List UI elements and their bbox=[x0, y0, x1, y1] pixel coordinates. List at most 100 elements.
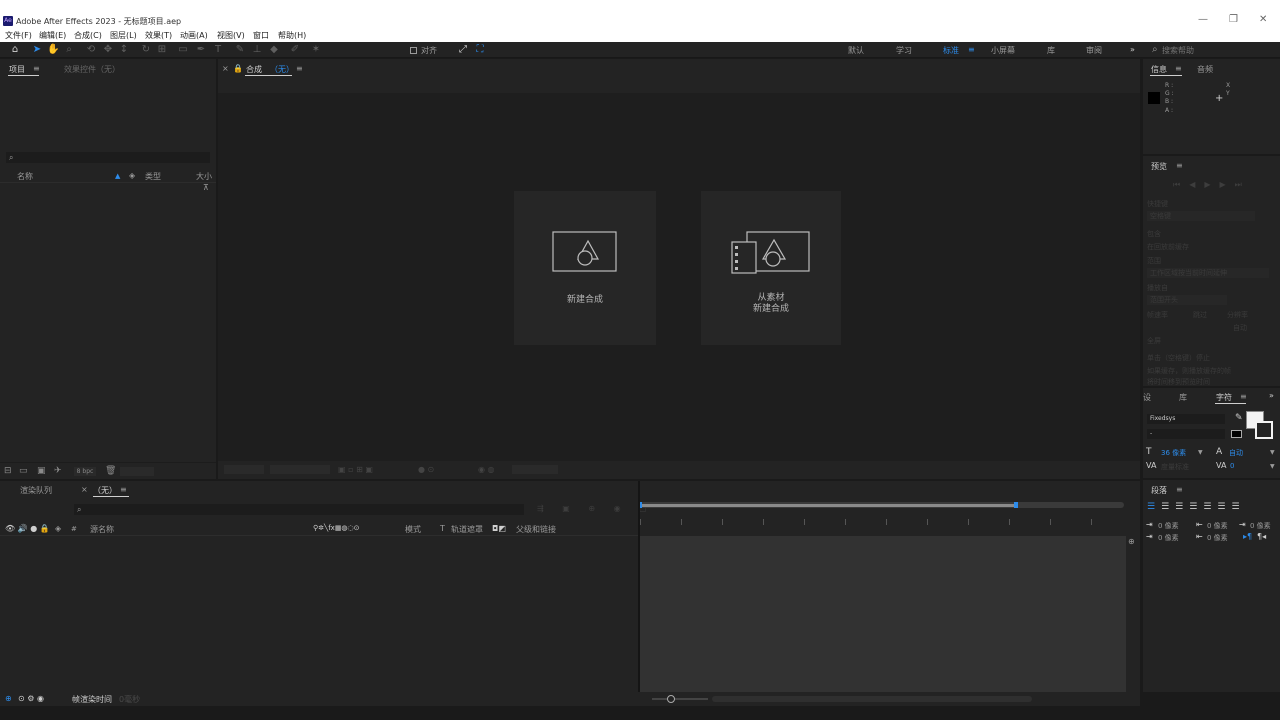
close-window-button[interactable]: ✕ bbox=[1259, 14, 1267, 25]
composition-panel-menu-icon[interactable]: ≡ bbox=[296, 64, 303, 73]
swap-colors-icon[interactable] bbox=[1231, 430, 1242, 438]
comp-marker-icon[interactable]: ⊕ bbox=[1128, 537, 1135, 546]
rotate-tool-icon[interactable]: ↻ bbox=[140, 44, 152, 56]
tab-composition[interactable]: 合成 bbox=[246, 64, 262, 75]
minimize-button[interactable]: — bbox=[1198, 14, 1208, 25]
roto-brush-tool-icon[interactable]: ✐ bbox=[289, 44, 301, 56]
preview-play-from-select[interactable]: 范围开头 bbox=[1147, 295, 1227, 305]
workspace-learn[interactable]: 学习 bbox=[896, 45, 912, 56]
home-icon[interactable]: ⌂ bbox=[9, 44, 21, 56]
orbit-tool-icon[interactable]: ⟲ bbox=[85, 44, 97, 56]
timeline-search-input[interactable] bbox=[74, 504, 524, 515]
space-after-value[interactable]: 0 像素 bbox=[1207, 533, 1228, 543]
new-composition-card[interactable]: 新建合成 bbox=[514, 191, 656, 345]
kerning-value[interactable]: 度量标准 bbox=[1161, 462, 1189, 472]
search-help-input[interactable] bbox=[1162, 45, 1272, 56]
justify-all-icon[interactable]: ☰ bbox=[1231, 502, 1245, 512]
lock-icon[interactable]: 🔒 bbox=[233, 64, 243, 73]
workspace-review[interactable]: 审阅 bbox=[1086, 45, 1102, 56]
workspace-default[interactable]: 默认 bbox=[848, 45, 864, 56]
menu-view[interactable]: 视图(V) bbox=[217, 30, 245, 41]
eraser-tool-icon[interactable]: ◆ bbox=[268, 44, 280, 56]
tab-paragraph[interactable]: 段落 bbox=[1151, 485, 1167, 496]
indent-right-value[interactable]: 0 像素 bbox=[1250, 521, 1271, 531]
zoom-slider-track[interactable] bbox=[652, 698, 708, 700]
next-frame-icon[interactable]: ▶ bbox=[1220, 180, 1235, 189]
label-column-icon[interactable]: ◈ bbox=[55, 524, 61, 533]
timeline-tab-close-icon[interactable]: × bbox=[81, 485, 88, 494]
info-panel-menu-icon[interactable]: ≡ bbox=[1175, 64, 1182, 73]
project-search-input[interactable] bbox=[6, 152, 210, 163]
tab-character[interactable]: 字符 bbox=[1216, 392, 1232, 403]
rtl-direction-icon[interactable]: ¶◂ bbox=[1257, 532, 1266, 541]
timeline-track-area[interactable] bbox=[640, 536, 1126, 692]
align-right-icon[interactable]: ☰ bbox=[1175, 502, 1189, 512]
work-area-range[interactable] bbox=[640, 504, 1018, 507]
font-family-select[interactable]: Fixedsys bbox=[1147, 414, 1225, 424]
selection-tool-icon[interactable]: ➤ bbox=[31, 44, 43, 56]
timeline-scrollbar[interactable] bbox=[712, 696, 1032, 702]
pan-tool-icon[interactable]: ✥ bbox=[102, 44, 114, 56]
bpc-button[interactable]: 8 bpc bbox=[74, 467, 96, 476]
timecode-field[interactable] bbox=[512, 465, 558, 474]
status-switch-icons[interactable]: ⊙ ⚙ ◉ bbox=[18, 694, 44, 703]
snap-checkbox[interactable] bbox=[410, 47, 417, 54]
preview-resolution-value[interactable]: 自动 bbox=[1233, 323, 1247, 333]
tracking-value[interactable]: 0 bbox=[1230, 462, 1234, 470]
viewer-tool-icon[interactable]: ▣ ▫ ⊞ ▣ bbox=[338, 465, 373, 474]
column-track-matte[interactable]: 轨道遮罩 bbox=[451, 524, 483, 535]
preview-cache-checkbox[interactable]: 在回放前缓存 bbox=[1147, 242, 1189, 252]
menu-edit[interactable]: 编辑(E) bbox=[39, 30, 66, 41]
hand-tool-icon[interactable]: ✋ bbox=[47, 44, 59, 56]
paragraph-panel-menu-icon[interactable]: ≡ bbox=[1176, 485, 1183, 494]
channel-icon[interactable]: ● ⊙ bbox=[418, 465, 434, 474]
align-center-icon[interactable]: ☰ bbox=[1161, 502, 1175, 512]
tab-effect-controls[interactable]: 效果控件（无） bbox=[64, 64, 120, 75]
preview-fullscreen-checkbox[interactable]: 全屏 bbox=[1147, 336, 1161, 346]
workspace-standard[interactable]: 标准 bbox=[943, 45, 959, 56]
work-area-end-handle[interactable] bbox=[1014, 502, 1018, 508]
pen-tool-icon[interactable]: ✒ bbox=[195, 44, 207, 56]
tab-timeline-comp[interactable]: （无） bbox=[93, 485, 117, 496]
preview-range-select[interactable]: 工作区域按当前时间延伸 bbox=[1147, 268, 1269, 278]
column-parent[interactable]: 父级和链接 bbox=[516, 524, 556, 535]
preview-move-time-checkbox[interactable]: 将时间移到预览时间 bbox=[1147, 377, 1210, 387]
label-tag-icon[interactable]: ◈ bbox=[129, 171, 135, 180]
av-switch-icons[interactable]: 👁 🔊 ● 🔒 bbox=[5, 524, 50, 533]
first-frame-icon[interactable]: ⏮ bbox=[1173, 180, 1189, 189]
menu-animation[interactable]: 动画(A) bbox=[180, 30, 208, 41]
align-left-icon[interactable]: ☰ bbox=[1147, 502, 1161, 512]
tab-effects-presets-short[interactable]: 设 bbox=[1143, 392, 1151, 403]
composition-from-footage-card[interactable]: 从素材 新建合成 bbox=[701, 191, 841, 345]
last-frame-icon[interactable]: ⏭ bbox=[1235, 180, 1251, 189]
time-ruler[interactable] bbox=[640, 519, 1130, 525]
menu-file[interactable]: 文件(F) bbox=[5, 30, 32, 41]
brush-tool-icon[interactable]: ✎ bbox=[234, 44, 246, 56]
eyedropper-icon[interactable]: ✎ bbox=[1235, 413, 1243, 423]
menu-help[interactable]: 帮助(H) bbox=[278, 30, 306, 41]
tab-preview[interactable]: 预览 bbox=[1151, 161, 1167, 172]
maximize-button[interactable]: ❐ bbox=[1229, 14, 1238, 25]
play-icon[interactable]: ▶ bbox=[1204, 180, 1219, 189]
resolution-field[interactable] bbox=[270, 465, 330, 474]
leading-value[interactable]: 自动 bbox=[1229, 448, 1243, 458]
workspace-small-screen[interactable]: 小屏幕 bbox=[991, 45, 1015, 56]
workspace-menu-icon[interactable]: ≡ bbox=[968, 45, 975, 54]
font-style-select[interactable]: - bbox=[1147, 429, 1225, 439]
tab-info[interactable]: 信息 bbox=[1151, 64, 1167, 75]
column-t[interactable]: T bbox=[440, 524, 445, 533]
column-mode[interactable]: 模式 bbox=[405, 524, 421, 535]
puppet-tool-icon[interactable]: ✶ bbox=[310, 44, 322, 56]
flowchart-icon[interactable]: ⊼ bbox=[203, 183, 209, 192]
adjust-project-icon[interactable]: ✈ bbox=[54, 466, 62, 476]
interpret-footage-icon[interactable]: ⊟ bbox=[4, 466, 12, 476]
magnification-field[interactable] bbox=[224, 465, 264, 474]
column-name[interactable]: 名称 bbox=[17, 171, 33, 182]
zoom-tool-icon[interactable]: ⌕ bbox=[63, 44, 75, 56]
menu-layer[interactable]: 图层(L) bbox=[110, 30, 137, 41]
playback-controls[interactable]: ⏮◀▶▶⏭ bbox=[1173, 180, 1251, 190]
workspace-libraries[interactable]: 库 bbox=[1047, 45, 1055, 56]
trash-icon[interactable]: 🗑 bbox=[105, 466, 116, 476]
type-tool-icon[interactable]: T bbox=[212, 44, 224, 56]
timeline-panel-menu-icon[interactable]: ≡ bbox=[120, 485, 127, 494]
